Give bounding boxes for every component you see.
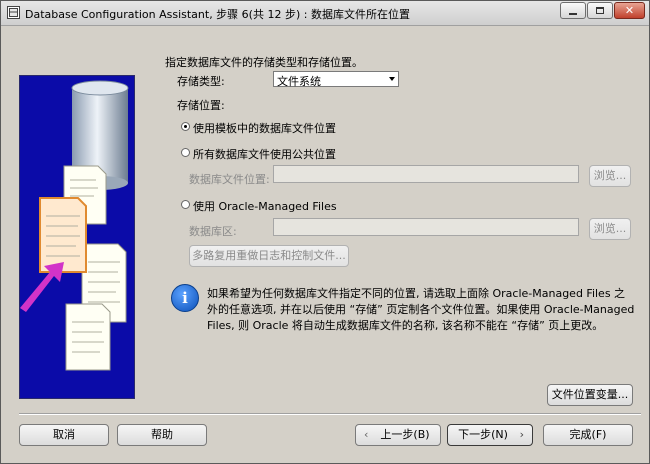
minimize-icon <box>569 12 577 15</box>
db-area-input[interactable] <box>273 218 579 236</box>
browse-file-location-button[interactable]: 浏览... <box>589 165 631 187</box>
info-icon: i <box>171 284 199 312</box>
footer-separator <box>19 413 641 415</box>
app-icon <box>7 6 20 19</box>
page-heading: 指定数据库文件的存储类型和存储位置。 <box>165 56 363 69</box>
help-button[interactable]: 帮助 <box>117 424 207 446</box>
chevron-left-icon: ‹ <box>364 428 369 441</box>
info-message: 如果希望为任何数据库文件指定不同的位置, 请选取上面除 Oracle-Manag… <box>207 287 635 332</box>
database-illustration-icon <box>20 80 129 371</box>
next-button-label: 下一步(N) <box>458 428 508 441</box>
maximize-icon <box>596 7 604 14</box>
title-bar: Database Configuration Assistant, 步骤 6(共… <box>1 1 649 26</box>
storage-type-select[interactable]: 文件系统 <box>273 71 399 88</box>
storage-location-label: 存储位置: <box>177 99 225 112</box>
option-oracle-managed-files-label[interactable]: 使用 Oracle-Managed Files <box>193 198 337 214</box>
close-icon: ✕ <box>624 4 635 17</box>
maximize-button[interactable] <box>587 2 613 19</box>
option-common-location-label[interactable]: 所有数据库文件使用公共位置 <box>193 146 336 162</box>
radio-oracle-managed-files[interactable] <box>181 200 190 209</box>
back-button[interactable]: ‹ 上一步(B) <box>355 424 441 446</box>
wizard-body: 指定数据库文件的存储类型和存储位置。 存储类型: 文件系统 存储位置: 使用模板… <box>7 27 643 459</box>
window-title: Database Configuration Assistant, 步骤 6(共… <box>25 8 410 21</box>
radio-template-locations[interactable] <box>181 122 190 131</box>
chevron-right-icon: › <box>519 428 524 441</box>
db-file-location-label: 数据库文件位置: <box>189 173 270 186</box>
minimize-button[interactable] <box>560 2 586 19</box>
back-button-label: 上一步(B) <box>380 428 430 441</box>
close-button[interactable]: ✕ <box>614 2 645 19</box>
radio-common-location[interactable] <box>181 148 190 157</box>
finish-button[interactable]: 完成(F) <box>543 424 633 446</box>
cancel-button[interactable]: 取消 <box>19 424 109 446</box>
browse-db-area-button[interactable]: 浏览... <box>589 218 631 240</box>
chevron-down-icon <box>389 77 395 81</box>
db-area-label: 数据库区: <box>189 225 237 238</box>
wizard-illustration <box>19 75 135 399</box>
file-location-variables-button[interactable]: 文件位置变量... <box>547 384 633 406</box>
db-file-location-input[interactable] <box>273 165 579 183</box>
storage-type-value: 文件系统 <box>277 75 321 88</box>
storage-type-label: 存储类型: <box>177 75 225 88</box>
option-template-locations-label[interactable]: 使用模板中的数据库文件位置 <box>193 120 336 136</box>
next-button[interactable]: 下一步(N) › <box>447 424 533 446</box>
dbca-window: Database Configuration Assistant, 步骤 6(共… <box>0 0 650 464</box>
multiplex-redo-logs-button[interactable]: 多路复用重做日志和控制文件... <box>189 245 349 267</box>
